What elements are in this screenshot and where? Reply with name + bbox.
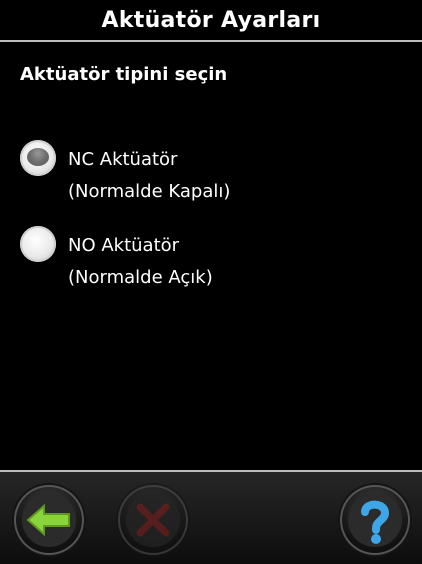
help-button[interactable] [340, 485, 410, 555]
option-nc-title: NC Aktüatör [68, 149, 178, 170]
radio-selected-dot [27, 148, 49, 166]
option-no-actuator[interactable]: NO Aktüatör (Normalde Açık) [20, 226, 400, 290]
option-no-title: NO Aktüatör [68, 235, 180, 256]
radio-nc[interactable] [20, 140, 56, 176]
option-nc-subtitle: (Normalde Kapalı) [68, 181, 231, 202]
radio-no[interactable] [20, 226, 56, 262]
header-divider [0, 40, 422, 42]
footer-bar [0, 472, 422, 564]
arrow-left-icon [22, 493, 76, 547]
screen: Aktüatör Ayarları Aktüatör tipini seçin … [0, 0, 422, 564]
page-title: Aktüatör Ayarları [101, 7, 321, 33]
option-nc-actuator[interactable]: NC Aktüatör (Normalde Kapalı) [20, 140, 400, 204]
option-no-subtitle: (Normalde Açık) [68, 267, 213, 288]
back-button[interactable] [14, 485, 84, 555]
close-icon [126, 493, 180, 547]
instruction-text: Aktüatör tipini seçin [20, 64, 228, 85]
question-icon [348, 493, 402, 547]
cancel-button[interactable] [118, 485, 188, 555]
